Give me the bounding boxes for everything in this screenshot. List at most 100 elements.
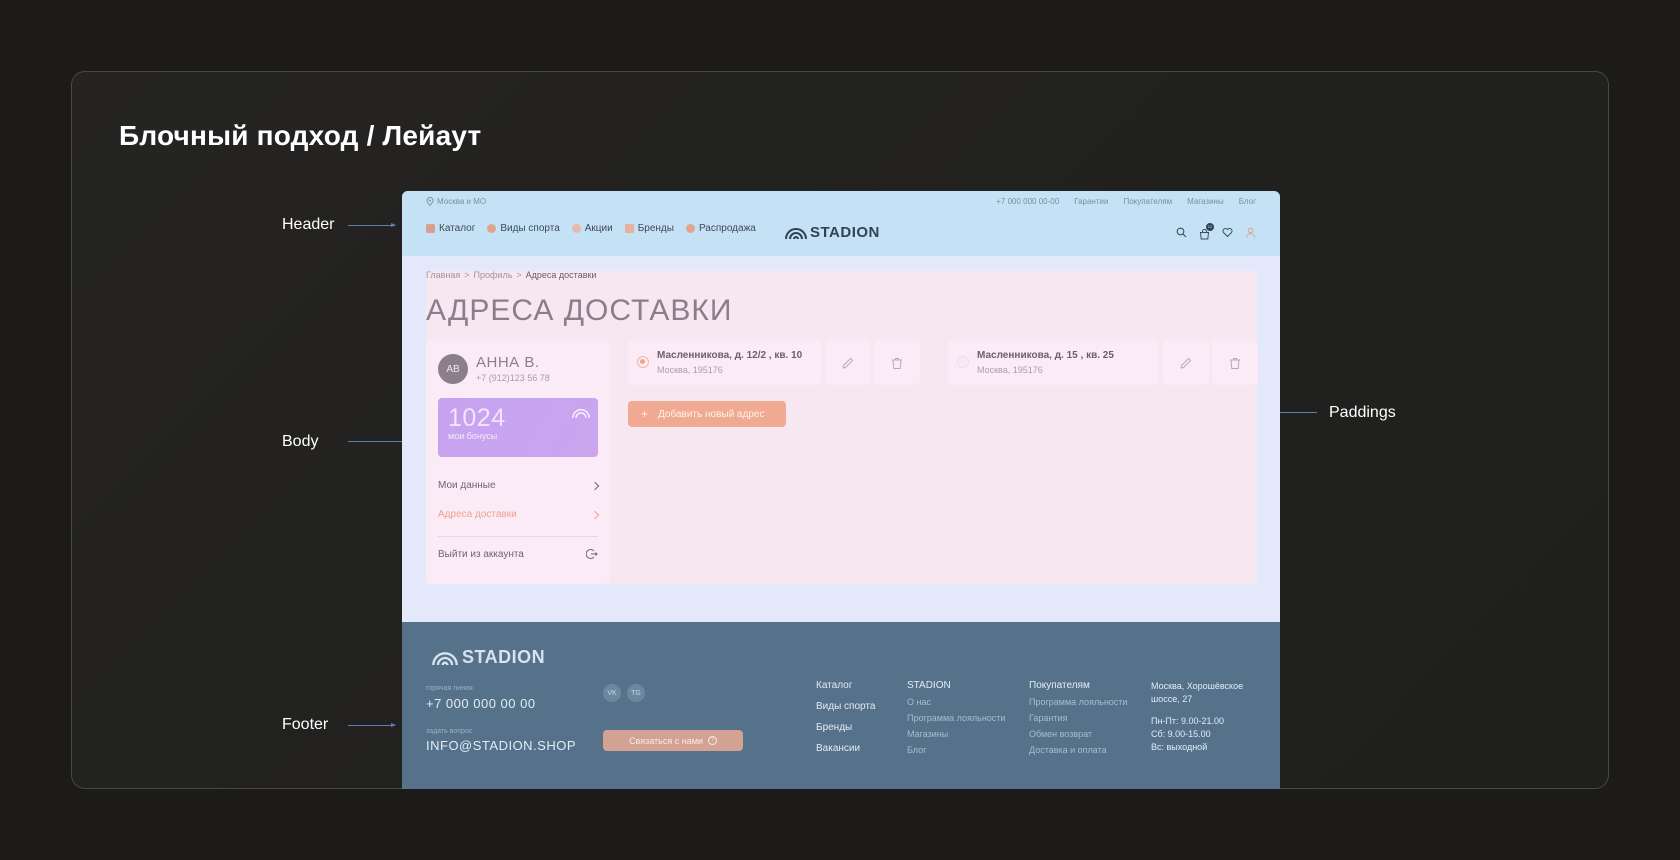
sale-icon: [685, 224, 695, 233]
footer-annotation-label: Footer: [282, 716, 329, 733]
address-title: Масленникова, д. 15 , кв. 25: [977, 350, 1114, 361]
vk-icon[interactable]: VK: [603, 684, 621, 702]
address-radio-selected[interactable]: [637, 356, 649, 368]
nav-item-sale[interactable]: Распродажа: [685, 223, 756, 234]
header-annotation-arrow: [348, 223, 396, 227]
nav-item-brands[interactable]: Бренды: [624, 223, 674, 234]
header-annotation-label: Header: [282, 216, 335, 233]
question-icon: ?: [707, 736, 717, 745]
cart-button[interactable]: 12: [1199, 223, 1214, 240]
chevron-right-icon: [590, 481, 600, 490]
page-title: АДРЕСА ДОСТАВКИ: [426, 294, 733, 327]
site-header: Москва и МО +7 000 000 00-00 Гарантии По…: [402, 191, 1280, 256]
address-card[interactable]: Масленникова, д. 15 , кв. 25 Москва, 195…: [948, 340, 1159, 385]
topbar-phone[interactable]: +7 000 000 00-00: [996, 197, 1059, 206]
site-mockup: Москва и МО +7 000 000 00-00 Гарантии По…: [402, 191, 1280, 789]
store-hours-line: Сб: 9.00-15.00: [1151, 729, 1211, 739]
footer-link-brands[interactable]: Бренды: [816, 722, 875, 733]
header-topbar: Москва и МО +7 000 000 00-00 Гарантии По…: [426, 197, 1256, 211]
footer-link-blog[interactable]: Блог: [907, 745, 1005, 755]
bonus-card: 1024 мои бонусы: [438, 398, 598, 457]
question-label: задать вопрос: [426, 728, 473, 735]
breadcrumb-profile[interactable]: Профиль: [474, 270, 513, 280]
heart-icon[interactable]: [1222, 227, 1233, 238]
site-footer: STADION горячая линия +7 000 000 00 00 з…: [402, 622, 1280, 789]
footer-email[interactable]: INFO@STADION.SHOP: [426, 738, 576, 753]
bonus-amount: 1024: [448, 404, 506, 432]
hotline-phone[interactable]: +7 000 000 00 00: [426, 696, 536, 711]
header-actions: 12: [1176, 223, 1256, 240]
footer-annotation-arrow: [348, 723, 396, 727]
logout-button[interactable]: Выйти из аккаунта: [438, 548, 598, 560]
location-text: Москва и МО: [437, 197, 487, 206]
footer-link-loyalty[interactable]: Программа лояльности: [907, 713, 1005, 723]
logout-icon: [586, 549, 598, 559]
nav-item-sports[interactable]: Виды спорта: [487, 223, 560, 234]
topbar-link-buyers[interactable]: Покупателям: [1123, 197, 1172, 206]
plus-icon: +: [641, 407, 649, 421]
footer-link-loyalty[interactable]: Программа лояльности: [1029, 697, 1127, 707]
site-logo[interactable]: STADION: [785, 224, 880, 241]
topbar-link-guarantees[interactable]: Гарантии: [1074, 197, 1108, 206]
profile-name: АННА В.: [476, 354, 540, 371]
stadion-logo-icon: [785, 227, 807, 239]
footer-main-links: Каталог Виды спорта Бренды Вакансии: [816, 680, 875, 764]
body-annotation-label: Body: [282, 433, 319, 450]
slide-title: Блочный подход / Лейаут: [119, 120, 482, 151]
edit-address-button[interactable]: [1163, 340, 1209, 385]
footer-buyers-column: Покупателям Программа лояльности Гаранти…: [1029, 680, 1127, 755]
footer-link-sports[interactable]: Виды спорта: [816, 701, 875, 712]
store-hours-line: Пн-Пт: 9.00-21.00: [1151, 716, 1225, 726]
trash-icon: [1230, 357, 1240, 369]
profile-menu-addresses[interactable]: Адреса доставки: [438, 509, 600, 520]
pencil-icon: [1180, 357, 1192, 369]
menu-divider: [438, 536, 598, 537]
profile-menu-my-data[interactable]: Мои данные: [438, 480, 600, 491]
user-icon[interactable]: [1245, 227, 1256, 238]
footer-link-about[interactable]: О нас: [907, 697, 1005, 707]
main-nav: Каталог Виды спорта Акции Бренды Распрод…: [426, 223, 756, 234]
telegram-icon[interactable]: TG: [627, 684, 645, 702]
trash-icon: [892, 357, 902, 369]
breadcrumb-separator-icon: >: [464, 270, 470, 280]
topbar-link-stores[interactable]: Магазины: [1187, 197, 1224, 206]
breadcrumb-separator-icon: >: [516, 270, 522, 280]
cart-count-badge: 12: [1206, 223, 1214, 231]
search-icon[interactable]: [1176, 227, 1187, 238]
footer-link-vacancies[interactable]: Вакансии: [816, 743, 875, 754]
edit-address-button[interactable]: [825, 340, 871, 385]
footer-logo[interactable]: STADION: [432, 647, 545, 668]
footer-link-delivery[interactable]: Доставка и оплата: [1029, 745, 1127, 755]
promo-icon: [571, 224, 581, 233]
breadcrumb-home[interactable]: Главная: [426, 270, 460, 280]
footer-column-title: STADION: [907, 680, 951, 691]
footer-link-returns[interactable]: Обмен возврат: [1029, 729, 1127, 739]
topbar-link-blog[interactable]: Блог: [1239, 197, 1256, 206]
hotline-label: горячая линия: [426, 685, 473, 692]
topbar-links: +7 000 000 00-00 Гарантии Покупателям Ма…: [996, 197, 1256, 206]
stadion-logo-icon: [432, 651, 458, 665]
footer-column-title: Покупателям: [1029, 680, 1090, 691]
breadcrumb: Главная > Профиль > Адреса доставки: [426, 270, 596, 280]
pencil-icon: [842, 357, 854, 369]
contact-us-button[interactable]: Связаться с нами ?: [603, 730, 743, 751]
footer-link-guarantee[interactable]: Гарантия: [1029, 713, 1127, 723]
bonus-label: мои бонусы: [448, 431, 498, 441]
add-address-button[interactable]: + Добавить новый адрес: [628, 401, 786, 427]
delete-address-button[interactable]: [1212, 340, 1258, 385]
profile-sidebar: АВ АННА В. +7 (912)123 56 78 1024 мои бо…: [426, 340, 610, 584]
nav-item-promotions[interactable]: Акции: [571, 223, 613, 234]
breadcrumb-current: Адреса доставки: [525, 270, 597, 280]
address-radio-unselected[interactable]: [957, 356, 969, 368]
paddings-annotation-label: Paddings: [1329, 404, 1396, 421]
location-selector[interactable]: Москва и МО: [426, 197, 486, 206]
delete-address-button[interactable]: [874, 340, 920, 385]
catalog-icon: [426, 224, 435, 233]
footer-link-catalog[interactable]: Каталог: [816, 680, 875, 691]
nav-item-catalog[interactable]: Каталог: [426, 223, 475, 234]
footer-store-info: Москва, Хорошёвское шоссе, 27 Пн-Пт: 9.0…: [1151, 680, 1243, 754]
crown-icon: [624, 224, 634, 233]
address-card[interactable]: Масленникова, д. 12/2 , кв. 10 Москва, 1…: [628, 340, 821, 385]
footer-link-stores[interactable]: Магазины: [907, 729, 1005, 739]
profile-phone: +7 (912)123 56 78: [476, 373, 550, 383]
